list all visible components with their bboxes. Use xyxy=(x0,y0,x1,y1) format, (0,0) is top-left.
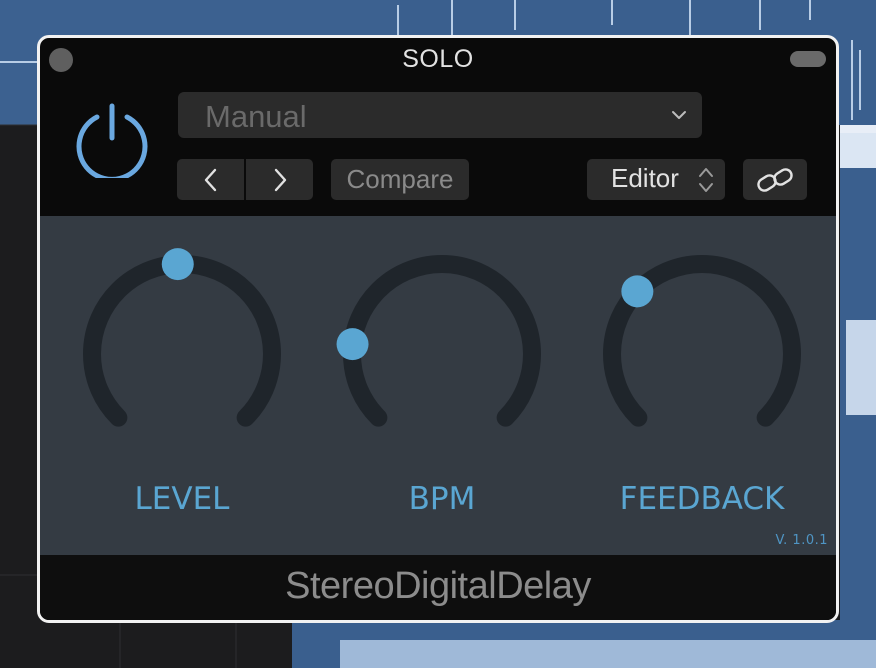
knob-handle[interactable] xyxy=(161,248,194,281)
updown-arrows-icon xyxy=(699,168,713,192)
bpm-knob-group: BPM xyxy=(332,234,552,534)
level-knob[interactable] xyxy=(72,234,292,454)
preset-value: Manual xyxy=(205,99,307,134)
knob-track xyxy=(83,255,281,427)
view-select-value: Editor xyxy=(611,163,679,193)
title-bar[interactable]: SOLO xyxy=(40,38,836,82)
level-knob-group: LEVEL xyxy=(72,234,292,534)
plugin-window: SOLO Manual Compare Editor LEVEL BPM FEE… xyxy=(37,35,839,623)
preset-navigation xyxy=(177,159,313,200)
chevron-down-icon xyxy=(672,111,686,119)
plugin-name: StereoDigitalDelay xyxy=(285,565,591,607)
previous-preset-button[interactable] xyxy=(177,159,244,200)
bpm-label: BPM xyxy=(408,481,476,517)
feedback-knob[interactable] xyxy=(592,234,812,454)
chevron-left-icon xyxy=(204,168,216,191)
bpm-knob[interactable] xyxy=(332,234,552,454)
window-title: SOLO xyxy=(402,45,474,73)
knob-handle[interactable] xyxy=(621,275,654,308)
feedback-label: FEEDBACK xyxy=(619,481,785,517)
power-icon xyxy=(76,103,148,182)
level-label: LEVEL xyxy=(134,481,230,517)
knob-panel: LEVEL BPM FEEDBACK V. 1.0.1 xyxy=(40,216,836,555)
plugin-header: Manual Compare Editor xyxy=(40,82,836,214)
feedback-knob-group: FEEDBACK xyxy=(592,234,812,534)
link-button[interactable] xyxy=(743,159,807,200)
plugin-footer: StereoDigitalDelay xyxy=(40,555,836,620)
link-icon xyxy=(757,167,793,192)
view-select[interactable]: Editor xyxy=(587,159,725,200)
collapse-button[interactable] xyxy=(790,51,826,67)
next-preset-button[interactable] xyxy=(246,159,313,200)
power-button[interactable] xyxy=(72,98,152,182)
version-label: V. 1.0.1 xyxy=(775,533,828,548)
knob-track xyxy=(343,255,541,427)
knob-handle[interactable] xyxy=(336,328,369,361)
preset-dropdown[interactable]: Manual xyxy=(178,92,702,138)
chevron-right-icon xyxy=(274,168,286,191)
compare-button[interactable]: Compare xyxy=(331,159,469,200)
